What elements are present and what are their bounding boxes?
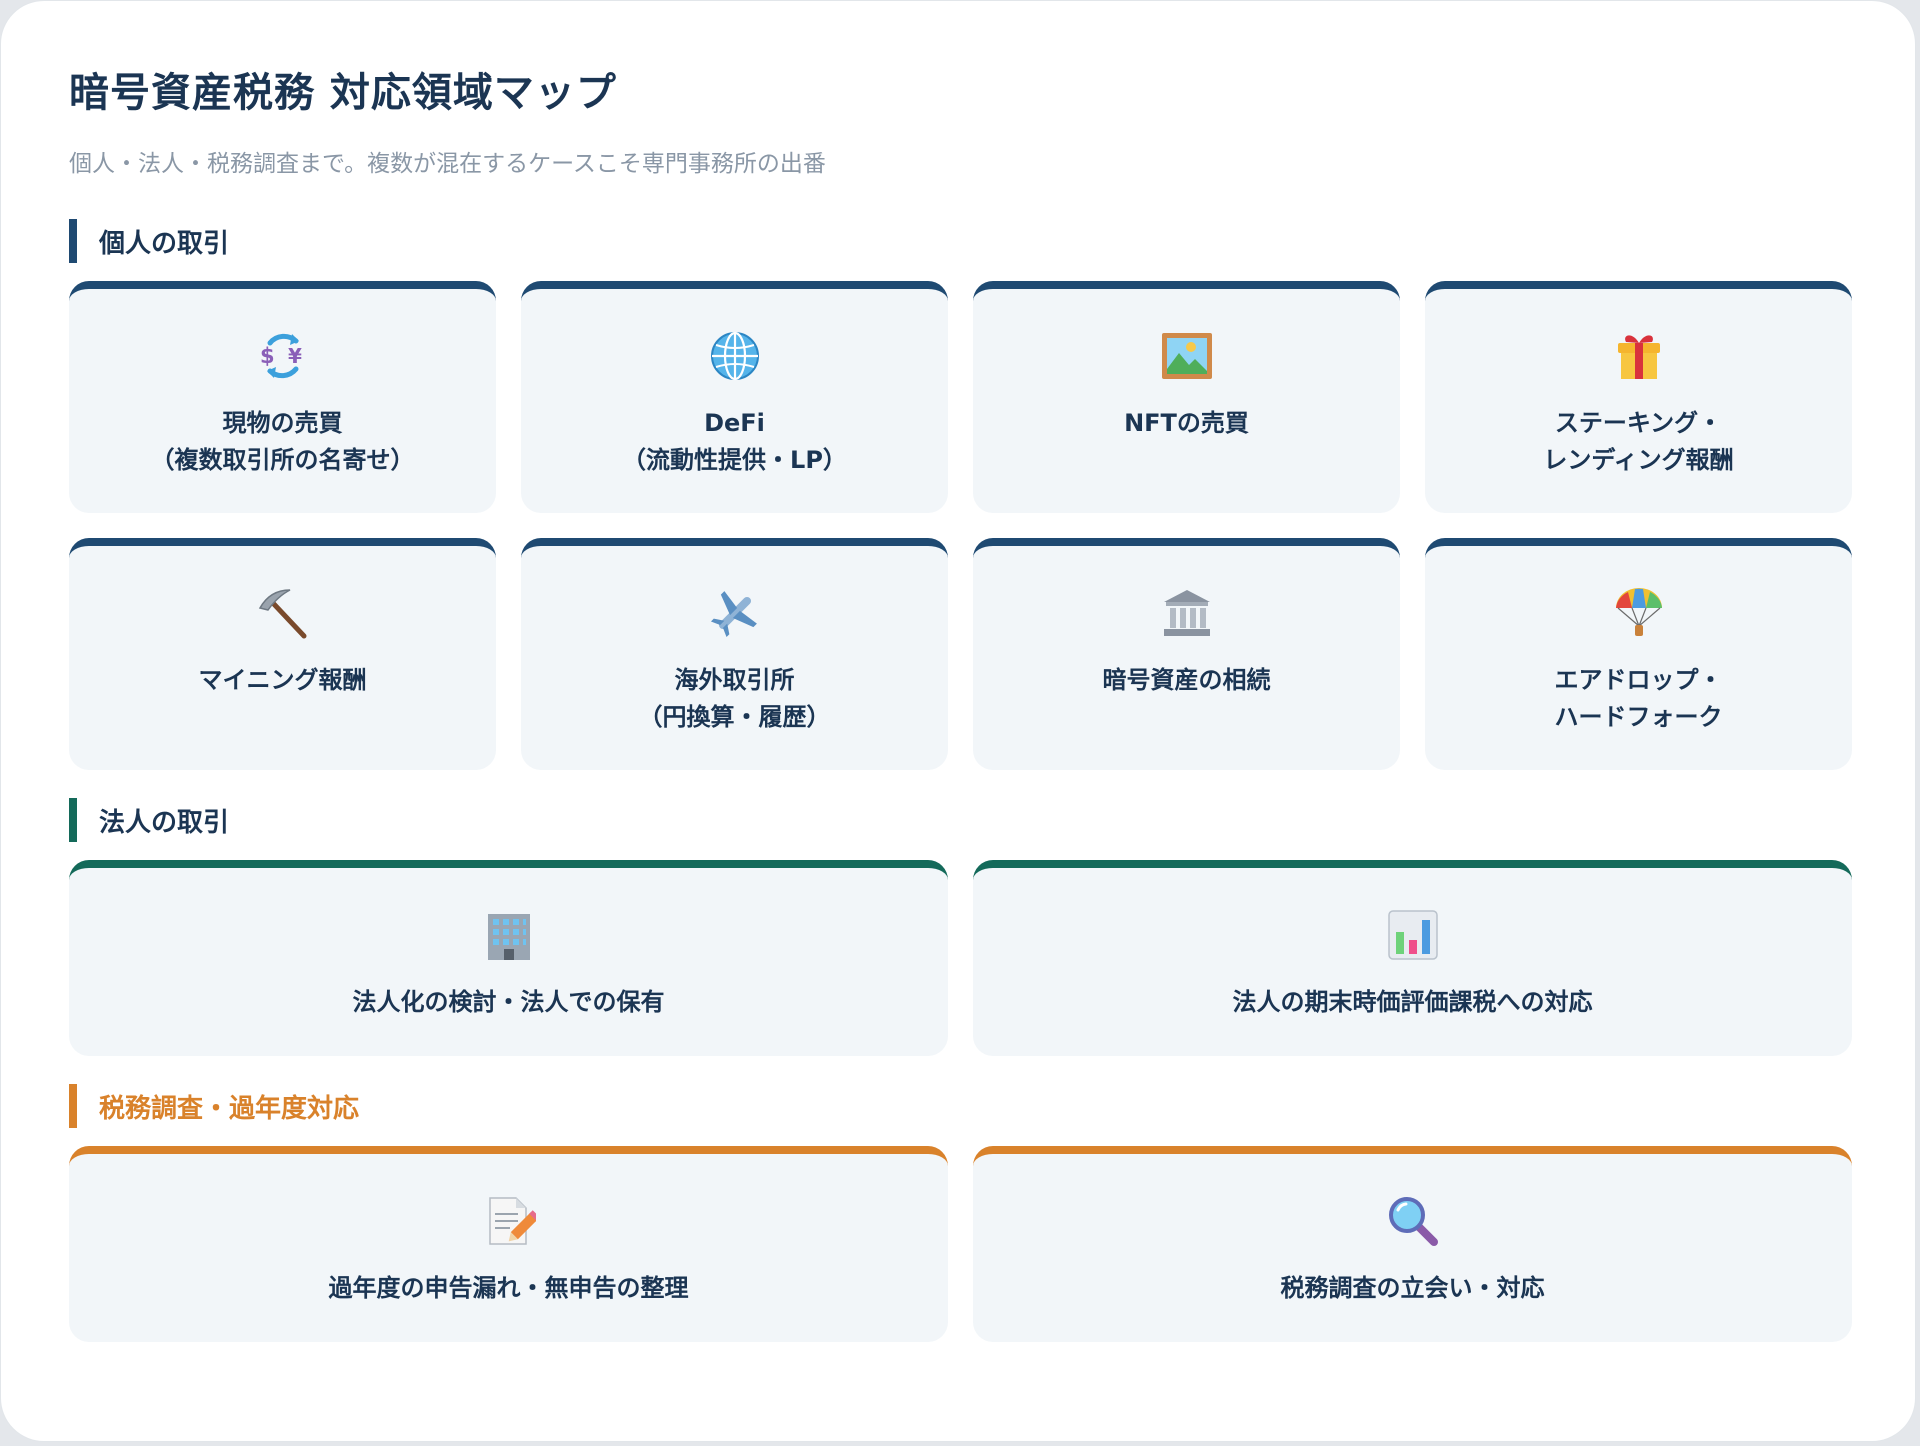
card-inheritance: 暗号資産の相続 xyxy=(973,538,1400,770)
section-corporate-heading: 法人の取引 xyxy=(69,798,1847,842)
section-personal-heading: 個人の取引 xyxy=(69,219,1847,263)
framed-picture-icon xyxy=(1160,329,1214,383)
pickaxe-icon xyxy=(256,586,310,640)
card-incorporation: 法人化の検討・法人での保有 xyxy=(69,860,948,1056)
section-title: 法人の取引 xyxy=(99,807,230,838)
section-title: 個人の取引 xyxy=(99,228,230,259)
card-label: NFTの売買 xyxy=(1124,409,1249,437)
card-mining: マイニング報酬 xyxy=(69,538,496,770)
card-label: マイニング報酬 xyxy=(198,666,367,694)
card-tax-audit: 税務調査の立会い・対応 xyxy=(973,1146,1852,1342)
card-year-end-valuation: 法人の期末時価評価課税への対応 xyxy=(973,860,1852,1056)
airplane-icon xyxy=(708,586,762,640)
card-nft: NFTの売買 xyxy=(973,281,1400,513)
page-subtitle: 個人・法人・税務調査まで。複数が混在するケースこそ専門事務所の出番 xyxy=(69,151,826,177)
card-label: エアドロップ・ ハードフォーク xyxy=(1554,666,1723,731)
personal-card-grid: $ ¥ 現物の売買 （複数取引所の名寄せ） DeFi （流動性提供・LP） NF… xyxy=(69,281,1852,770)
card-label: 海外取引所 （円換算・履歴） xyxy=(638,666,831,731)
card-label: 現物の売買 （複数取引所の名寄せ） xyxy=(150,409,415,474)
card-staking: ステーキング・ レンディング報酬 xyxy=(1425,281,1852,513)
card-label: 暗号資産の相続 xyxy=(1102,666,1271,694)
card-past-year-filing: 過年度の申告漏れ・無申告の整理 xyxy=(69,1146,948,1342)
currency-exchange-icon: $ ¥ xyxy=(256,329,310,383)
office-building-icon xyxy=(482,908,536,962)
gift-icon xyxy=(1612,329,1666,383)
corporate-card-grid: 法人化の検討・法人での保有 法人の期末時価評価課税への対応 xyxy=(69,860,1852,1056)
card-label: ステーキング・ レンディング報酬 xyxy=(1543,409,1734,474)
page: 暗号資産税務 対応領域マップ 個人・法人・税務調査まで。複数が混在するケースこそ… xyxy=(0,0,1916,1442)
section-title: 税務調査・過年度対応 xyxy=(99,1093,360,1124)
card-label: DeFi （流動性提供・LP） xyxy=(622,409,847,474)
section-audit-heading: 税務調査・過年度対応 xyxy=(69,1084,1847,1128)
card-label: 法人化の検討・法人での保有 xyxy=(352,988,665,1016)
card-defi: DeFi （流動性提供・LP） xyxy=(521,281,948,513)
section-accent-bar xyxy=(69,219,77,263)
card-label: 税務調査の立会い・対応 xyxy=(1280,1274,1545,1302)
globe-icon xyxy=(708,329,762,383)
card-overseas-exchange: 海外取引所 （円換算・履歴） xyxy=(521,538,948,770)
card-label: 法人の期末時価評価課税への対応 xyxy=(1232,988,1593,1016)
bar-chart-icon xyxy=(1386,908,1440,962)
section-accent-bar xyxy=(69,798,77,842)
audit-card-grid: 過年度の申告漏れ・無申告の整理 税務調査の立会い・対応 xyxy=(69,1146,1852,1342)
card-spot-trading: $ ¥ 現物の売買 （複数取引所の名寄せ） xyxy=(69,281,496,513)
card-airdrop: エアドロップ・ ハードフォーク xyxy=(1425,538,1852,770)
page-title: 暗号資産税務 対応領域マップ xyxy=(69,70,617,116)
magnifying-glass-icon xyxy=(1386,1194,1440,1248)
section-accent-bar xyxy=(69,1084,77,1128)
card-label: 過年度の申告漏れ・無申告の整理 xyxy=(328,1274,689,1302)
svg-text:¥: ¥ xyxy=(288,344,302,368)
svg-text:$: $ xyxy=(260,344,275,368)
bank-building-icon xyxy=(1160,586,1214,640)
parachute-icon xyxy=(1612,586,1666,640)
memo-pencil-icon xyxy=(482,1194,536,1248)
